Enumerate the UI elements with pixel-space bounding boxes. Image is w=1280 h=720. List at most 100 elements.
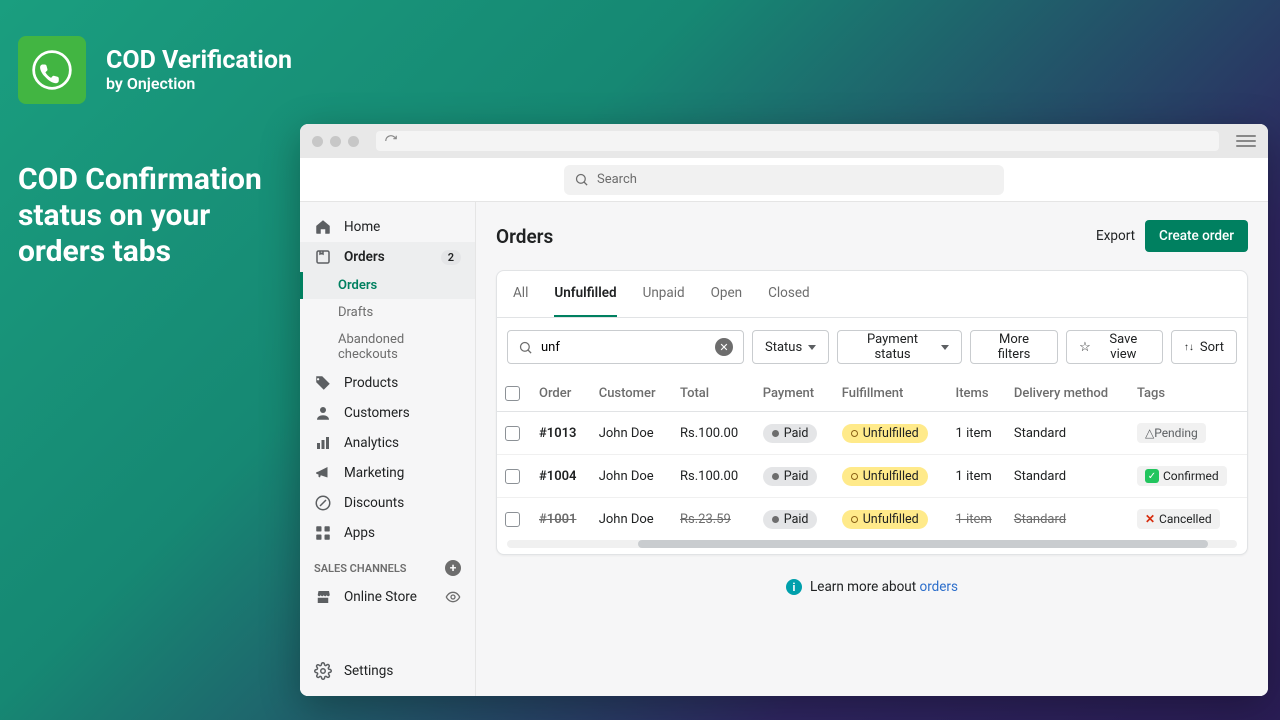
table-row[interactable]: #1013 John Doe Rs.100.00 Paid Unfulfille… (497, 412, 1247, 455)
sort-button[interactable]: ↑↓Sort (1171, 330, 1237, 364)
nav-analytics[interactable]: Analytics (300, 428, 475, 458)
fulfillment-badge: Unfulfilled (842, 467, 928, 486)
page-title: Orders (496, 225, 553, 248)
traffic-light-min[interactable] (330, 136, 341, 147)
order-tabs: All Unfulfilled Unpaid Open Closed (497, 271, 1247, 318)
tab-all[interactable]: All (513, 271, 528, 317)
nav-apps[interactable]: Apps (300, 518, 475, 548)
orders-card: All Unfulfilled Unpaid Open Closed ✕ Sta… (496, 270, 1248, 555)
row-checkbox[interactable] (505, 512, 520, 527)
tab-open[interactable]: Open (711, 271, 742, 317)
orders-icon (314, 248, 332, 266)
nav-online-store[interactable]: Online Store (300, 582, 475, 612)
row-checkbox[interactable] (505, 469, 520, 484)
col-payment: Payment (755, 376, 834, 412)
nav-products[interactable]: Products (300, 368, 475, 398)
traffic-light-close[interactable] (312, 136, 323, 147)
payment-status-filter[interactable]: Payment status (837, 330, 962, 364)
table-row[interactable]: #1004 John Doe Rs.100.00 Paid Unfulfille… (497, 455, 1247, 498)
status-tag: ✕Cancelled (1137, 509, 1220, 529)
col-total: Total (672, 376, 755, 412)
order-number: #1004 (531, 455, 591, 498)
nav-abandoned[interactable]: Abandoned checkouts (300, 326, 475, 368)
items-count: 1 item (948, 498, 1006, 541)
create-order-button[interactable]: Create order (1145, 220, 1248, 252)
orders-badge: 2 (441, 250, 461, 265)
apps-icon (314, 524, 332, 542)
order-total: Rs.100.00 (672, 455, 755, 498)
hamburger-icon[interactable] (1236, 131, 1256, 151)
select-all-checkbox[interactable] (505, 386, 520, 401)
status-filter[interactable]: Status (752, 330, 829, 364)
items-count: 1 item (948, 412, 1006, 455)
col-items: Items (948, 376, 1006, 412)
filter-search[interactable]: ✕ (507, 330, 744, 364)
app-icon (18, 36, 86, 104)
url-bar[interactable] (376, 131, 1219, 151)
nav-orders-sub[interactable]: Orders (300, 272, 475, 299)
tab-unpaid[interactable]: Unpaid (643, 271, 685, 317)
promo-panel: COD Verification by Onjection COD Confir… (18, 36, 292, 270)
tag-icon (314, 374, 332, 392)
status-tag: ✓Confirmed (1137, 466, 1227, 486)
filter-search-input[interactable] (541, 340, 707, 355)
eye-icon[interactable] (445, 589, 461, 605)
nav-marketing[interactable]: Marketing (300, 458, 475, 488)
discount-icon (314, 494, 332, 512)
row-checkbox[interactable] (505, 426, 520, 441)
table-row[interactable]: #1001 John Doe Rs.23.59 Paid Unfulfilled… (497, 498, 1247, 541)
search-placeholder: Search (597, 172, 637, 187)
save-view-button[interactable]: ☆Save view (1066, 330, 1163, 364)
home-icon (314, 218, 332, 236)
browser-window: Search Home Orders2 Orders Drafts Abando… (300, 124, 1268, 696)
nav-settings[interactable]: Settings (300, 656, 475, 686)
delivery-method: Standard (1006, 455, 1129, 498)
add-channel-button[interactable]: + (445, 560, 461, 576)
person-icon (314, 404, 332, 422)
fulfillment-badge: Unfulfilled (842, 510, 928, 529)
payment-badge: Paid (763, 467, 818, 486)
customer-name: John Doe (591, 455, 672, 498)
items-count: 1 item (948, 455, 1006, 498)
chevron-down-icon (941, 345, 949, 350)
info-icon: i (786, 579, 802, 595)
nav-discounts[interactable]: Discounts (300, 488, 475, 518)
payment-badge: Paid (763, 510, 818, 529)
learn-more: i Learn more about orders (496, 555, 1248, 619)
orders-help-link[interactable]: orders (920, 579, 958, 595)
col-order: Order (531, 376, 591, 412)
app-title: COD Verification (106, 47, 292, 75)
order-total: Rs.23.59 (672, 498, 755, 541)
browser-titlebar (300, 124, 1268, 158)
tab-closed[interactable]: Closed (768, 271, 810, 317)
gear-icon (314, 662, 332, 680)
col-customer: Customer (591, 376, 672, 412)
sort-icon: ↑↓ (1184, 345, 1194, 350)
nav-home[interactable]: Home (300, 212, 475, 242)
global-search[interactable]: Search (564, 165, 1004, 195)
chevron-down-icon (808, 345, 816, 350)
col-fulfillment: Fulfillment (834, 376, 948, 412)
sales-channels-header: SALES CHANNELS+ (300, 548, 475, 582)
promo-headline: COD Confirmation status on your orders t… (18, 162, 278, 270)
tab-unfulfilled[interactable]: Unfulfilled (554, 271, 616, 317)
nav-drafts[interactable]: Drafts (300, 299, 475, 326)
status-tag: △Pending (1137, 423, 1206, 443)
app-topbar: Search (300, 158, 1268, 202)
main-content: Orders Export Create order All Unfulfill… (476, 202, 1268, 696)
traffic-light-max[interactable] (348, 136, 359, 147)
export-button[interactable]: Export (1096, 228, 1135, 244)
more-filters-button[interactable]: More filters (970, 330, 1058, 364)
nav-orders[interactable]: Orders2 (300, 242, 475, 272)
clear-search-button[interactable]: ✕ (715, 338, 733, 356)
star-icon: ☆ (1079, 340, 1091, 355)
delivery-method: Standard (1006, 412, 1129, 455)
nav-customers[interactable]: Customers (300, 398, 475, 428)
orders-table: Order Customer Total Payment Fulfillment… (497, 376, 1247, 540)
app-subtitle: by Onjection (106, 74, 292, 93)
horizontal-scrollbar[interactable] (507, 540, 1237, 548)
order-number: #1013 (531, 412, 591, 455)
store-icon (314, 588, 332, 606)
payment-badge: Paid (763, 424, 818, 443)
megaphone-icon (314, 464, 332, 482)
